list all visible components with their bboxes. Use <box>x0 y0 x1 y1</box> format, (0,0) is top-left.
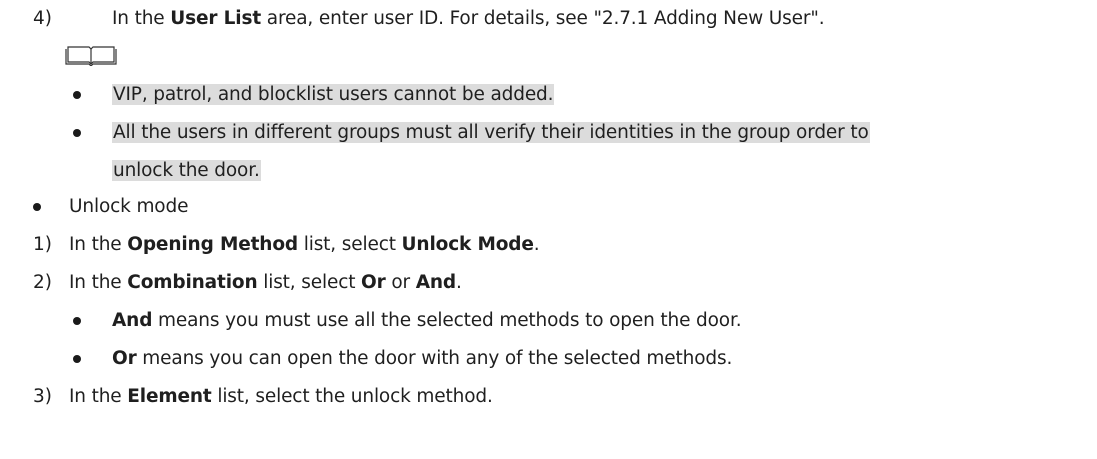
bullet-dot <box>73 317 81 325</box>
ui-term: Unlock Mode <box>401 234 534 255</box>
step-number: 2) <box>33 272 52 293</box>
unlock-mode-heading: Unlock mode <box>69 196 189 217</box>
document-page: 4) In the User List area, enter user ID.… <box>0 0 1097 459</box>
step-number: 3) <box>33 386 52 407</box>
ui-term: User List <box>170 8 262 29</box>
ui-term: Or <box>361 272 386 293</box>
ui-term: Or <box>112 348 137 369</box>
step-number: 4) <box>33 8 52 29</box>
ui-term: Opening Method <box>127 234 298 255</box>
ui-term: Element <box>127 386 212 407</box>
bullet-dot <box>73 91 81 99</box>
ui-term: And <box>112 310 153 331</box>
note-item: All the users in different groups must a… <box>112 122 870 143</box>
ui-term: And <box>415 272 456 293</box>
step-number: 1) <box>33 234 52 255</box>
sub-item-and: And means you must use all the selected … <box>112 310 742 331</box>
bullet-dot <box>33 203 41 211</box>
note-item: VIP, patrol, and blocklist users cannot … <box>112 84 555 105</box>
bullet-dot <box>73 355 81 363</box>
step-4-text: In the User List area, enter user ID. Fo… <box>112 8 825 29</box>
step-3-text: In the Element list, select the unlock m… <box>69 386 493 407</box>
ui-term: Combination <box>127 272 258 293</box>
book-note-icon <box>65 46 117 66</box>
step-1-text: In the Opening Method list, select Unloc… <box>69 234 540 255</box>
sub-item-or: Or means you can open the door with any … <box>112 348 733 369</box>
note-item-continuation: unlock the door. <box>112 160 261 181</box>
bullet-dot <box>73 129 81 137</box>
step-2-text: In the Combination list, select Or or An… <box>69 272 462 293</box>
